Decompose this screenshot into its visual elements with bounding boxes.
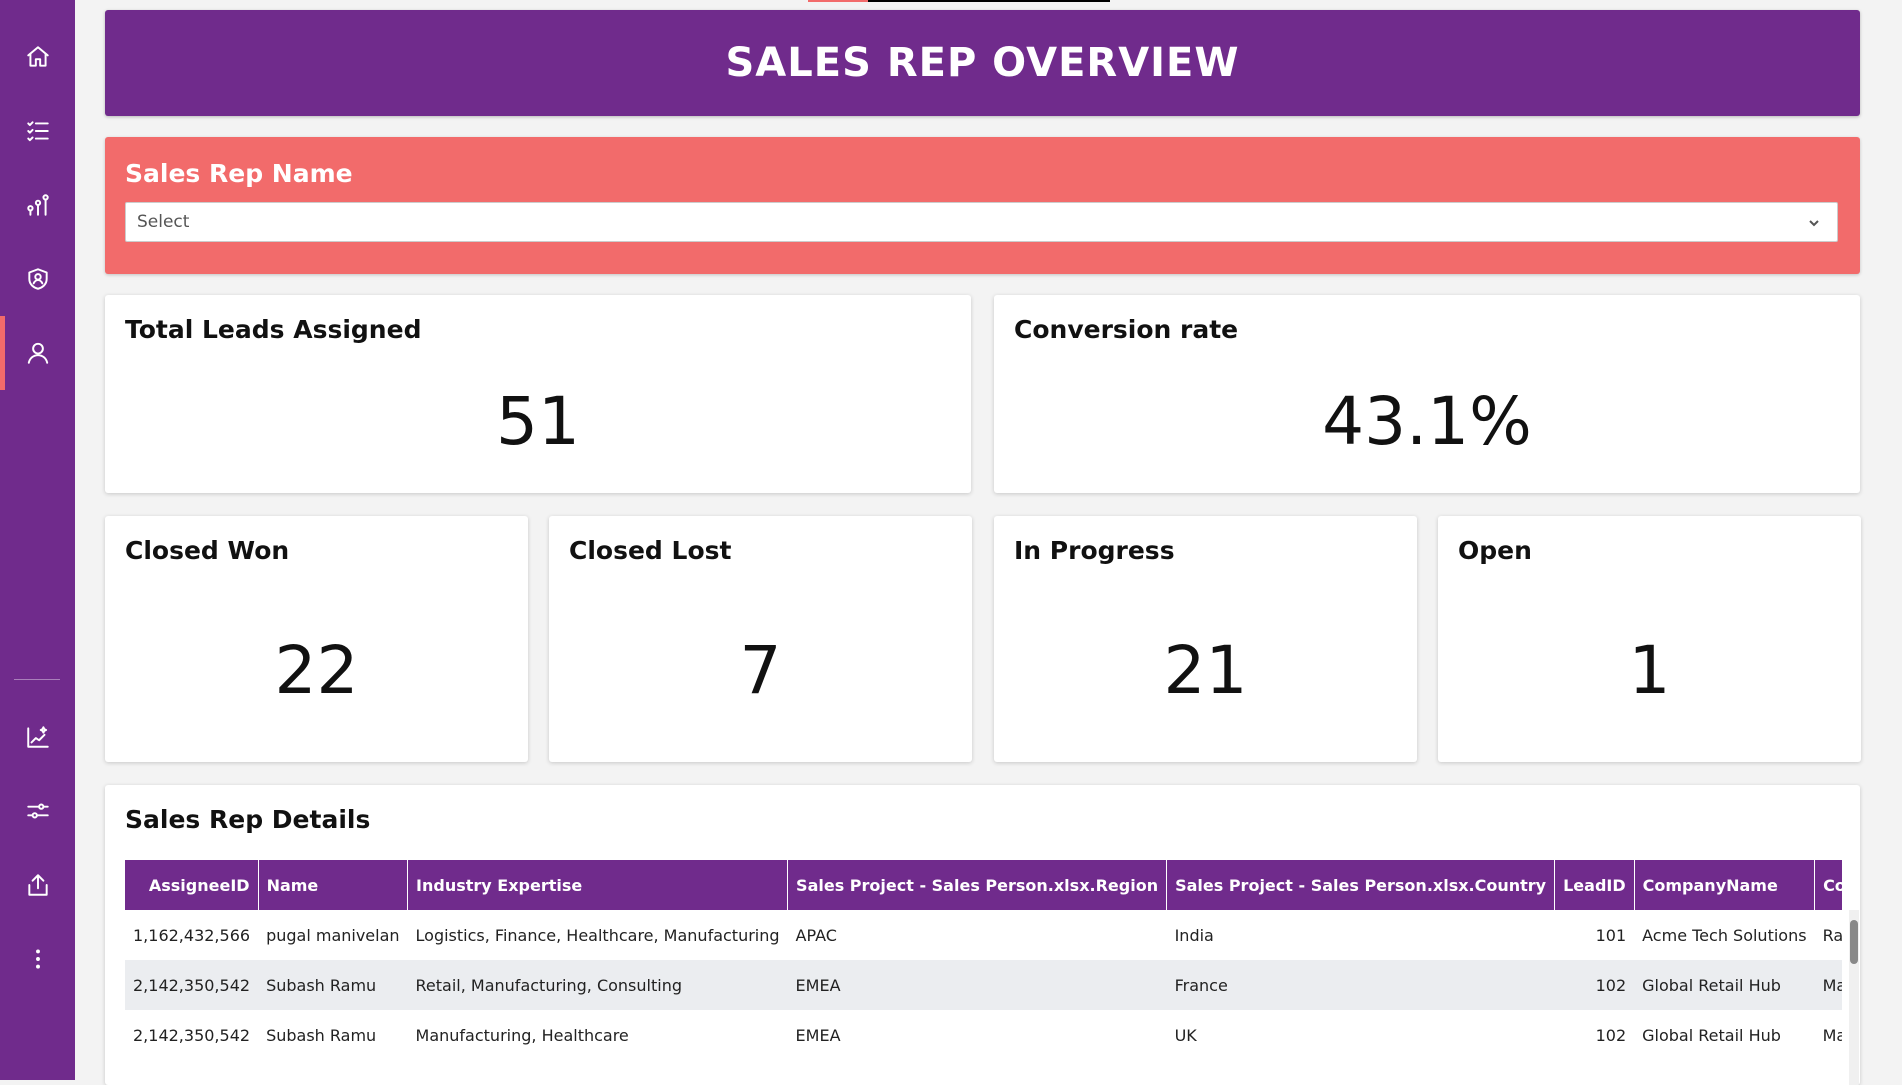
kpi-conversion-rate: Conversion rate 43.1%	[994, 295, 1860, 493]
more-vertical-icon	[35, 949, 40, 969]
shield-user-icon	[27, 268, 48, 290]
kpi-title: Conversion rate	[1014, 315, 1239, 344]
kpi-value: 43.1%	[1322, 383, 1532, 460]
table-cell: 102	[1554, 960, 1635, 1010]
kpi-value: 7	[739, 632, 782, 709]
checklist-icon	[26, 121, 49, 142]
analytics-icon	[26, 194, 49, 216]
scrollbar-thumb[interactable]	[1850, 920, 1858, 964]
nav-home[interactable]	[0, 20, 75, 94]
nav-analytics[interactable]	[0, 168, 75, 242]
table-cell: Subash Ramu	[266, 1025, 377, 1045]
page-header: SALES REP OVERVIEW	[105, 10, 1860, 116]
table-header-row: AssigneeID Name Industry Expertise Sales…	[125, 860, 1842, 910]
column-header[interactable]: ContactPerson	[1814, 860, 1842, 910]
nav-tasks[interactable]	[0, 94, 75, 168]
kpi-open: Open 1	[1438, 516, 1861, 762]
table-cell: 1,162,432,566	[133, 925, 251, 945]
table-cell: Acme Tech Solutions	[1642, 925, 1807, 945]
table-cell: pugal manivelan	[266, 925, 400, 945]
kpi-title: Closed Lost	[569, 536, 732, 565]
details-table: AssigneeID Name Industry Expertise Sales…	[125, 860, 1842, 1060]
table-scrollbar[interactable]	[1849, 910, 1859, 1085]
nav-security[interactable]	[0, 242, 75, 316]
table-cell: Manufacturing, Healthcare	[415, 1025, 629, 1045]
column-header[interactable]: LeadID	[1554, 860, 1635, 910]
nav-insights[interactable]	[0, 700, 75, 774]
column-header[interactable]: CompanyName	[1634, 860, 1816, 910]
top-page-indicator	[808, 0, 1110, 2]
table-row[interactable]: 1,162,432,566 pugal manivelan Logistics,…	[125, 910, 1842, 960]
kpi-title: Total Leads Assigned	[125, 315, 422, 344]
table-cell: EMEA	[787, 960, 1167, 1010]
table-cell: Subash Ramu	[258, 960, 408, 1010]
nav-share[interactable]	[0, 848, 75, 922]
table-cell: France	[1166, 960, 1555, 1010]
table-cell: Retail, Manufacturing, Consulting	[407, 960, 788, 1010]
chart-sparkle-icon	[26, 726, 49, 748]
table-cell: 2,142,350,542	[133, 1025, 251, 1045]
nav-settings[interactable]	[0, 774, 75, 848]
kpi-title: Closed Won	[125, 536, 290, 565]
table-cell: India	[1174, 925, 1214, 945]
table-cell: Marie Laurent	[1822, 1025, 1842, 1045]
table-cell: UK	[1174, 1025, 1197, 1045]
table-cell: 2,142,350,542	[125, 960, 259, 1010]
sales-rep-details: Sales Rep Details AssigneeID Name Indust…	[105, 785, 1860, 1085]
chevron-down-icon	[1807, 215, 1821, 229]
kpi-value: 21	[1163, 632, 1248, 709]
table-cell: 101	[1595, 925, 1627, 945]
table-row[interactable]: 2,142,350,542 Subash Ramu Manufacturing,…	[125, 1010, 1842, 1060]
table-cell: Logistics, Finance, Healthcare, Manufact…	[415, 925, 780, 945]
column-header[interactable]: Sales Project - Sales Person.xlsx.Region	[787, 860, 1168, 910]
table-cell: 102	[1595, 1025, 1627, 1045]
sales-rep-select[interactable]: Select	[125, 202, 1838, 242]
filter-label: Sales Rep Name	[125, 159, 353, 188]
column-header[interactable]: Sales Project - Sales Person.xlsx.Countr…	[1166, 860, 1556, 910]
column-header[interactable]: Industry Expertise	[407, 860, 789, 910]
kpi-title: In Progress	[1014, 536, 1175, 565]
column-header[interactable]: AssigneeID	[125, 860, 259, 910]
person-icon	[27, 342, 48, 364]
sidebar	[0, 0, 75, 1080]
table-cell: Rahul Mehta	[1822, 925, 1842, 945]
kpi-closed-lost: Closed Lost 7	[549, 516, 972, 762]
table-title: Sales Rep Details	[125, 805, 371, 834]
table-cell: Global Retail Hub	[1634, 960, 1815, 1010]
kpi-total-leads: Total Leads Assigned 51	[105, 295, 971, 493]
kpi-closed-won: Closed Won 22	[105, 516, 528, 762]
table-cell: EMEA	[795, 1025, 841, 1045]
kpi-title: Open	[1458, 536, 1532, 565]
sidebar-divider	[14, 679, 60, 680]
nav-people[interactable]	[0, 316, 75, 390]
main-content: SALES REP OVERVIEW Sales Rep Name Select…	[75, 0, 1902, 1085]
kpi-value: 1	[1628, 632, 1671, 709]
home-icon	[26, 46, 49, 67]
table-cell: APAC	[795, 925, 837, 945]
table-cell: Global Retail Hub	[1642, 1025, 1781, 1045]
table-row[interactable]: 2,142,350,542 Subash Ramu Retail, Manufa…	[125, 960, 1842, 1010]
sliders-icon	[26, 803, 49, 819]
column-header[interactable]: Name	[258, 860, 409, 910]
nav-more[interactable]	[0, 922, 75, 996]
kpi-value: 51	[496, 383, 580, 460]
table-cell: Marie Laurent	[1814, 960, 1842, 1010]
kpi-in-progress: In Progress 21	[994, 516, 1417, 762]
page-title: SALES REP OVERVIEW	[725, 40, 1240, 86]
kpi-value: 22	[274, 632, 359, 709]
select-placeholder: Select	[137, 212, 190, 232]
sales-rep-filter: Sales Rep Name Select	[105, 137, 1860, 274]
share-upload-icon	[27, 874, 48, 896]
details-table-wrap: AssigneeID Name Industry Expertise Sales…	[125, 860, 1842, 1085]
